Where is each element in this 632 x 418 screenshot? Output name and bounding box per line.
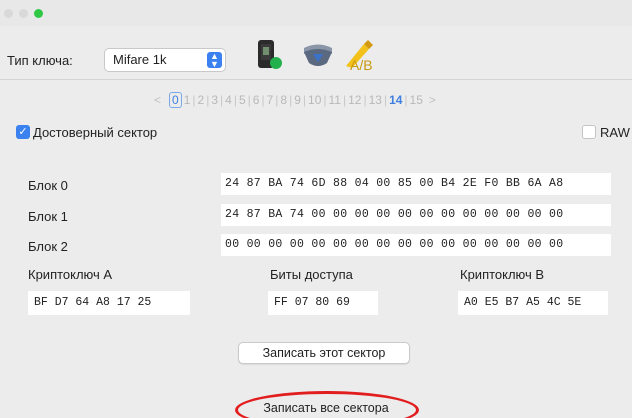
trusted-sector-checkbox[interactable]: ✓ <box>16 125 30 139</box>
sector-page-9[interactable]: 9 <box>294 93 301 107</box>
maximize-window-button[interactable] <box>34 9 43 18</box>
sector-page-4[interactable]: 4 <box>225 93 232 107</box>
sector-page-5[interactable]: 5 <box>239 93 246 107</box>
sector-page-15[interactable]: 15 <box>410 93 423 107</box>
sector-page-2[interactable]: 2 <box>198 93 205 107</box>
key-a-label: Криптоключ A <box>28 267 113 282</box>
block-0-field[interactable]: 24 87 BA 74 6D 88 04 00 85 00 B4 2E F0 B… <box>221 173 611 195</box>
key-b-field[interactable]: A0 E5 B7 A5 4C 5E <box>458 291 608 315</box>
select-chevron-icon: ▲ ▼ <box>207 52 222 69</box>
sector-page-11[interactable]: 11 <box>329 93 341 107</box>
prev-sector-button[interactable]: < <box>154 93 161 107</box>
trusted-sector-label: Достоверный сектор <box>33 125 158 140</box>
block-1-field[interactable]: 24 87 BA 74 00 00 00 00 00 00 00 00 00 0… <box>221 204 611 226</box>
next-sector-button[interactable]: > <box>429 93 436 107</box>
access-bits-field[interactable]: FF 07 80 69 <box>268 291 378 315</box>
pager-divider: | <box>247 93 251 107</box>
pager-divider: | <box>342 93 347 107</box>
minimize-window-button[interactable] <box>19 9 28 18</box>
pager-divider: | <box>275 93 279 107</box>
sector-page-12[interactable]: 12 <box>348 93 361 107</box>
block-1-label: Блок 1 <box>28 209 68 224</box>
a-b-swap-icon[interactable]: A/B <box>342 38 378 72</box>
svg-text:A/B: A/B <box>350 57 373 72</box>
toolbar: Тип ключа: Mifare 1k ▲ ▼ A/B <box>0 26 632 80</box>
pager-divider: | <box>233 93 237 107</box>
sector-page-1[interactable]: 1 <box>184 93 191 107</box>
sector-page-3[interactable]: 3 <box>211 93 218 107</box>
key-type-select[interactable]: Mifare 1k ▲ ▼ <box>104 48 226 72</box>
close-window-button[interactable] <box>4 9 13 18</box>
sector-pager: <0 1 | 2 | 3 | 4 | 5 | 6 | 7 | 8 | 9 | 10 | 11 | 12 | 13 | 14 | 15 > <box>148 92 442 108</box>
raw-label: RAW <box>600 125 630 140</box>
pager-divider: | <box>323 93 327 107</box>
key-type-value: Mifare 1k <box>113 52 167 67</box>
pager-divider: | <box>206 93 210 107</box>
sector-page-7[interactable]: 7 <box>267 93 274 107</box>
sector-page-6[interactable]: 6 <box>253 93 260 107</box>
pager-divider: | <box>289 93 293 107</box>
sector-page-10[interactable]: 10 <box>308 93 321 107</box>
reader-device-icon[interactable] <box>255 38 287 72</box>
sector-page-8[interactable]: 8 <box>280 93 287 107</box>
sector-page-13[interactable]: 13 <box>369 93 382 107</box>
block-2-field[interactable]: 00 00 00 00 00 00 00 00 00 00 00 00 00 0… <box>221 234 611 256</box>
block-2-label: Блок 2 <box>28 239 68 254</box>
write-sector-button[interactable]: Записать этот сектор <box>238 342 410 364</box>
pager-divider: | <box>404 93 408 107</box>
key-b-label: Криптоключ B <box>460 267 545 282</box>
pager-divider: | <box>261 93 265 107</box>
pager-divider: | <box>383 93 388 107</box>
access-bits-label: Биты доступа <box>270 267 353 282</box>
highlight-circle <box>235 391 419 418</box>
sector-page-14[interactable]: 14 <box>389 93 402 107</box>
shield-down-icon[interactable] <box>301 38 335 72</box>
sector-page-0[interactable]: 0 <box>169 92 182 108</box>
pager-divider: | <box>192 93 196 107</box>
block-0-label: Блок 0 <box>28 178 68 193</box>
title-bar <box>0 0 632 26</box>
pager-divider: | <box>220 93 224 107</box>
key-type-label: Тип ключа: <box>7 53 73 68</box>
key-a-field[interactable]: BF D7 64 A8 17 25 <box>28 291 190 315</box>
raw-checkbox[interactable] <box>582 125 596 139</box>
pager-divider: | <box>302 93 307 107</box>
pager-divider: | <box>363 93 367 107</box>
